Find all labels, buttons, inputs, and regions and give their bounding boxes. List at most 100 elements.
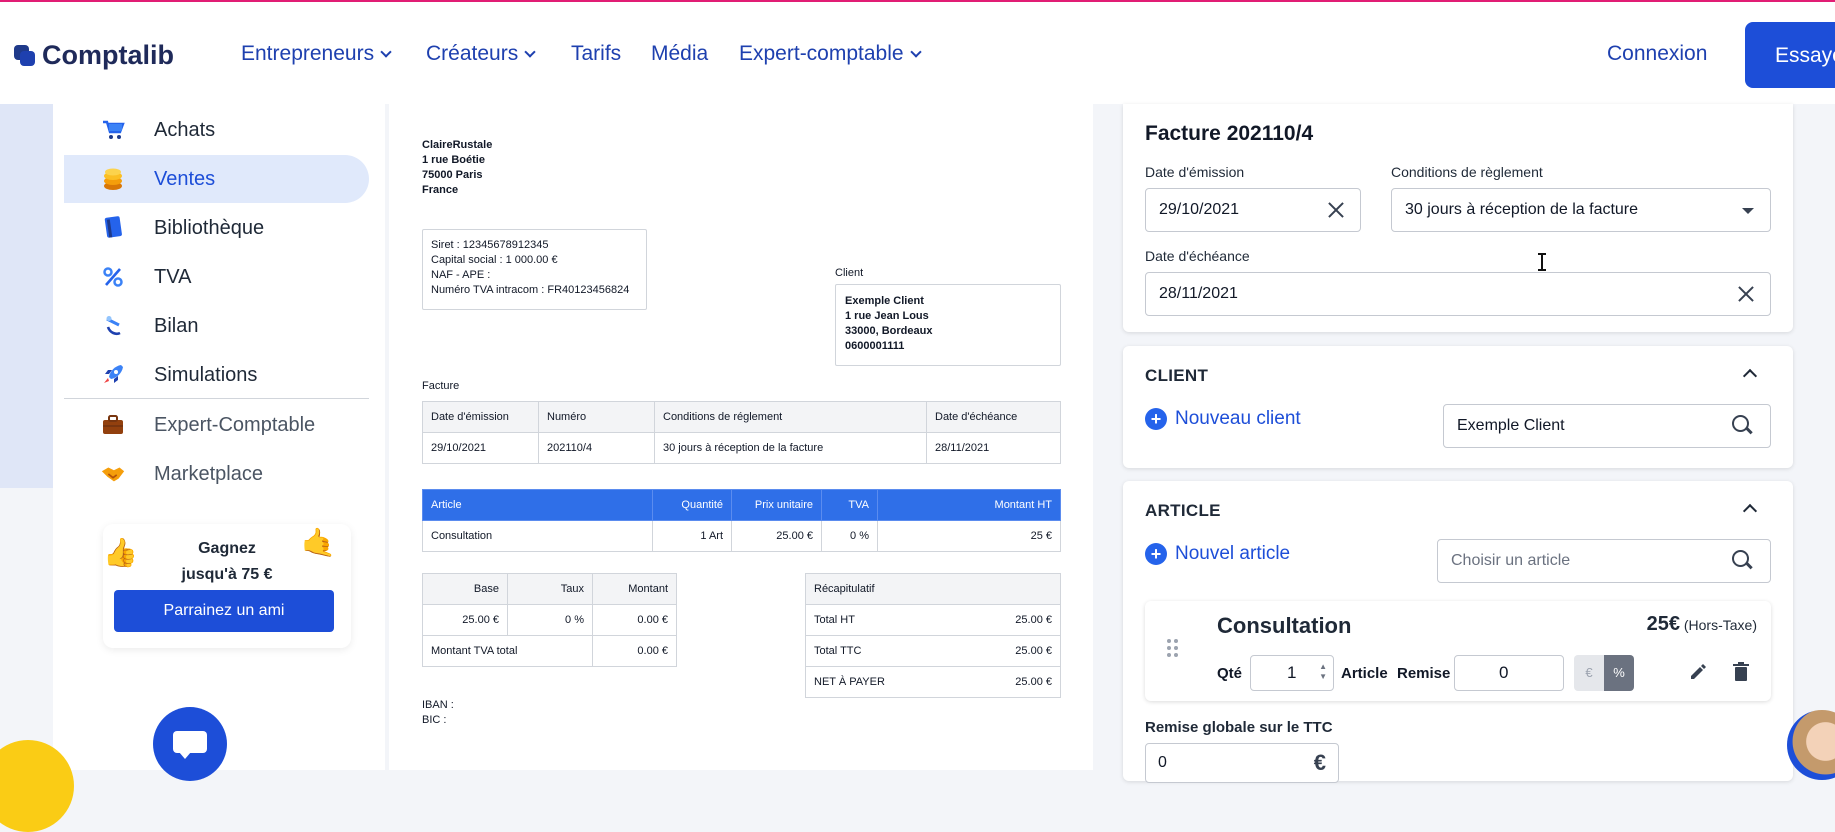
percent-icon xyxy=(100,264,126,290)
sidebar-item-tva[interactable]: TVA xyxy=(64,253,369,301)
meta-header: Conditions de réglement xyxy=(654,401,927,433)
sidebar-item-simulations[interactable]: Simulations xyxy=(64,351,369,399)
bank-info: IBAN : BIC : xyxy=(422,698,454,728)
emission-date-field[interactable]: 29/10/2021 xyxy=(1145,188,1361,232)
article-price-block: 25€ (Hors-Taxe) xyxy=(1647,613,1757,636)
conditions-value: 30 jours à réception de la facture xyxy=(1405,201,1639,218)
new-client-button[interactable]: + Nouveau client xyxy=(1145,408,1301,430)
invoice-meta-table: Date d'émission Numéro Conditions de rég… xyxy=(422,401,1061,464)
article-section-title: ARTICLE xyxy=(1145,501,1221,520)
global-discount-input[interactable]: 0 € xyxy=(1145,743,1339,783)
siret: Siret : 12345678912345 xyxy=(431,239,549,251)
recap-label: Total HT xyxy=(805,604,965,636)
meta-header: Numéro xyxy=(538,401,655,433)
line-header: Montant HT xyxy=(877,489,1061,521)
sidebar-item-marketplace[interactable]: Marketplace xyxy=(64,450,369,498)
try-button[interactable]: Essaye xyxy=(1745,22,1835,88)
tax-cell: 25.00 € xyxy=(422,604,508,636)
sidebar-item-label: Ventes xyxy=(154,167,216,190)
tax-total-value: 0.00 € xyxy=(592,635,677,667)
article-search-input[interactable]: Choisir un article xyxy=(1437,539,1771,583)
rocket-icon xyxy=(100,362,126,388)
sidebar: Achats Ventes Bibliothèque TVA Bilan Sim… xyxy=(53,104,385,770)
quantity-stepper[interactable]: 1 ▲ ▼ xyxy=(1250,655,1334,691)
search-icon[interactable] xyxy=(1732,415,1754,437)
stepper-arrows-icon[interactable]: ▲ ▼ xyxy=(1319,662,1327,682)
new-article-button[interactable]: + Nouvel article xyxy=(1145,543,1290,565)
echeance-date-value: 28/11/2021 xyxy=(1159,285,1238,302)
conditions-select[interactable]: 30 jours à réception de la facture xyxy=(1391,188,1771,232)
login-link[interactable]: Connexion xyxy=(1607,42,1707,66)
top-navigation: Comptalib Entrepreneurs Créateurs Tarifs… xyxy=(0,2,1835,104)
nav-createurs[interactable]: Créateurs xyxy=(426,42,536,66)
edit-icon[interactable] xyxy=(1689,663,1707,686)
line-cell: 1 Art xyxy=(652,520,732,552)
sidebar-item-label: Expert-Comptable xyxy=(154,413,316,436)
client-heading: Client xyxy=(835,267,864,279)
legal-info-box: Siret : 12345678912345 Capital social : … xyxy=(422,229,647,310)
caret-down-icon xyxy=(1742,208,1754,214)
sidebar-item-ventes[interactable]: Ventes xyxy=(64,155,369,203)
nav-expert-comptable-label: Expert-comptable xyxy=(739,42,904,65)
referral-button[interactable]: Parrainez un ami xyxy=(114,590,334,632)
clear-icon[interactable] xyxy=(1736,284,1756,304)
recap-title: Récapitulatif xyxy=(805,573,1061,605)
bic: BIC : xyxy=(422,714,447,726)
brand-logo[interactable]: Comptalib xyxy=(14,40,174,71)
sender-name: ClaireRustale xyxy=(422,139,493,151)
meta-cell: 202110/4 xyxy=(538,432,655,464)
article-search-placeholder: Choisir un article xyxy=(1451,552,1571,569)
brand-name: Comptalib xyxy=(42,40,174,70)
client-card: CLIENT + Nouveau client Exemple Client xyxy=(1123,346,1793,468)
discount-input[interactable]: 0 xyxy=(1454,655,1564,691)
nav-media[interactable]: Média xyxy=(651,42,708,66)
briefcase-icon xyxy=(100,412,126,438)
sidebar-item-label: TVA xyxy=(154,265,192,288)
chevron-down-icon xyxy=(380,45,392,58)
drag-handle-icon[interactable] xyxy=(1167,639,1179,659)
meta-header: Date d'échéance xyxy=(926,401,1061,433)
tax-cell: 0.00 € xyxy=(592,604,677,636)
percent-toggle[interactable]: % xyxy=(1604,655,1634,691)
sender-country: France xyxy=(422,184,459,196)
sidebar-divider xyxy=(64,398,369,399)
clear-icon[interactable] xyxy=(1326,200,1346,220)
euro-toggle[interactable]: € xyxy=(1574,655,1604,691)
sidebar-item-expert-comptable[interactable]: Expert-Comptable xyxy=(64,401,369,449)
sidebar-item-bilan[interactable]: Bilan xyxy=(64,302,369,350)
conditions-label: Conditions de règlement xyxy=(1391,164,1543,180)
sidebar-item-bibliotheque[interactable]: Bibliothèque xyxy=(64,204,369,252)
tax-header: Taux xyxy=(507,573,593,605)
scale-icon xyxy=(100,313,126,339)
sidebar-item-achats[interactable]: Achats xyxy=(64,106,369,154)
chevron-down-icon xyxy=(524,45,536,58)
client-name: Exemple Client xyxy=(845,295,924,307)
client-street: 1 rue Jean Lous xyxy=(845,310,929,322)
nav-expert-comptable[interactable]: Expert-comptable xyxy=(739,42,922,66)
chevron-up-icon[interactable] xyxy=(1742,503,1758,519)
iban: IBAN : xyxy=(422,699,454,711)
search-icon[interactable] xyxy=(1732,550,1754,572)
tax-table: Base Taux Montant 25.00 € 0 % 0.00 € Mon… xyxy=(422,573,677,667)
recap-value: 25.00 € xyxy=(964,635,1062,667)
recap-table: Récapitulatif Total HT 25.00 € Total TTC 2… xyxy=(805,573,1062,698)
promo-line-2: jusqu'à 75 € xyxy=(181,566,273,583)
line-header: Prix unitaire xyxy=(731,489,822,521)
echeance-date-field[interactable]: 28/11/2021 xyxy=(1145,272,1771,316)
invoice-title: Facture 202110/4 xyxy=(1145,122,1314,145)
tax-cell: 0 % xyxy=(507,604,593,636)
chevron-up-icon[interactable] xyxy=(1742,368,1758,384)
nav-tarifs[interactable]: Tarifs xyxy=(571,42,621,66)
naf-ape: NAF - APE : xyxy=(431,269,491,281)
delete-icon[interactable] xyxy=(1733,662,1749,686)
line-cell: Consultation xyxy=(422,520,653,552)
left-background-strip xyxy=(0,104,53,488)
client-search-input[interactable]: Exemple Client xyxy=(1443,404,1771,448)
nav-entrepreneurs[interactable]: Entrepreneurs xyxy=(241,42,392,66)
new-client-label: Nouveau client xyxy=(1175,408,1301,429)
line-cell: 25 € xyxy=(877,520,1061,552)
tax-total-label: Montant TVA total xyxy=(422,635,593,667)
discount-label: Remise xyxy=(1397,665,1451,682)
line-cell: 0 % xyxy=(821,520,878,552)
line-header: TVA xyxy=(821,489,878,521)
